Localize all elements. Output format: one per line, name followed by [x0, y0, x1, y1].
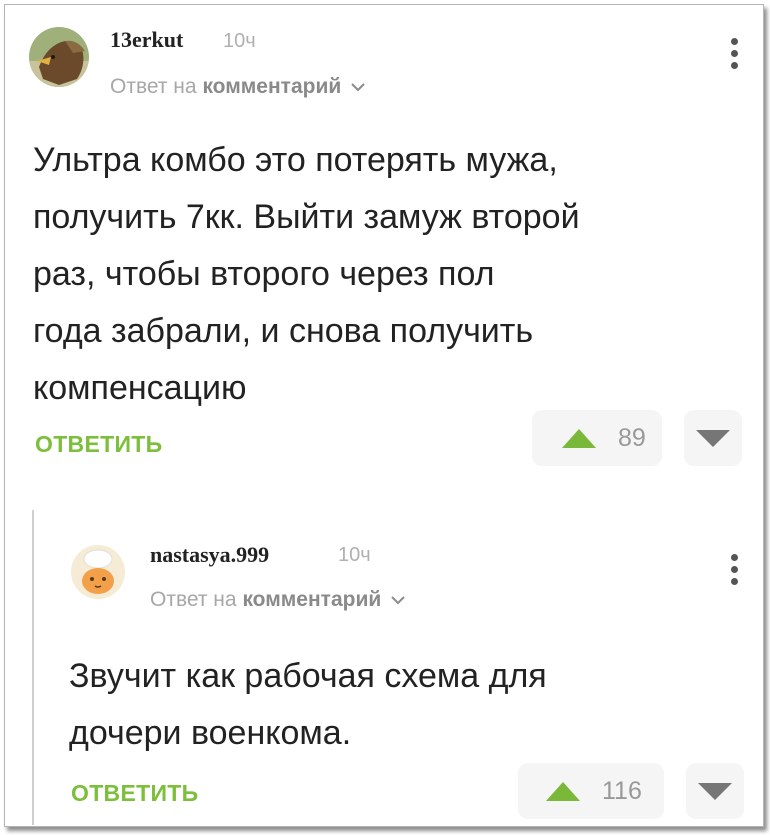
- chevron-down-icon: [391, 596, 405, 605]
- username[interactable]: 13erkut: [110, 27, 183, 53]
- upvote-button[interactable]: 116: [518, 763, 664, 819]
- chevron-down-icon: [351, 83, 365, 92]
- username[interactable]: nastasya.999: [150, 542, 269, 568]
- comment-text-line: Ультра комбо это потерять мужа,: [33, 141, 558, 179]
- timestamp: 10ч: [338, 544, 371, 566]
- reply-to-comment[interactable]: Ответ на комментарий: [110, 75, 365, 99]
- comment-text-line: Звучит как рабочая схема для: [69, 657, 547, 695]
- vertical-dots-icon: [730, 554, 738, 561]
- reply-prefix: Ответ на: [150, 588, 237, 611]
- comment-text-line: раз, чтобы второго через пол: [33, 255, 495, 293]
- comment-text-line: компенсацию: [33, 369, 247, 407]
- comment-text-line: дочери военкома.: [69, 714, 352, 752]
- triangle-up-icon: [546, 781, 580, 801]
- upvote-button[interactable]: 89: [532, 410, 662, 466]
- thread-indent-line: [32, 510, 34, 825]
- reply-button[interactable]: ОТВЕТИТЬ: [35, 431, 162, 458]
- triangle-up-icon: [562, 428, 596, 448]
- comment-body: Звучит как рабочая схема для дочери воен…: [69, 648, 749, 762]
- reply-button[interactable]: ОТВЕТИТЬ: [71, 780, 198, 807]
- vote-count: 116: [602, 776, 642, 805]
- comment-text-line: получить 7кк. Выйти замуж второй: [33, 198, 580, 236]
- comment-menu-button[interactable]: [728, 554, 740, 594]
- comment-menu-button[interactable]: [728, 38, 740, 78]
- chef-cat-avatar-icon: [71, 545, 125, 599]
- downvote-button[interactable]: [684, 410, 742, 466]
- comments-panel: 13erkut 10ч Ответ на комментарий Ультра …: [4, 4, 764, 827]
- vote-count: 89: [618, 423, 646, 452]
- triangle-down-icon: [696, 429, 730, 447]
- reply-prefix: Ответ на: [110, 75, 197, 98]
- eagle-avatar-icon: [29, 27, 89, 87]
- timestamp: 10ч: [223, 30, 256, 52]
- comment-body: Ультра комбо это потерять мужа, получить…: [33, 132, 743, 417]
- reply-target: комментарий: [242, 588, 382, 611]
- triangle-down-icon: [698, 782, 732, 800]
- avatar[interactable]: [71, 545, 125, 599]
- comment-text-line: года забрали, и снова получить: [33, 312, 534, 350]
- avatar[interactable]: [29, 27, 89, 87]
- reply-target: комментарий: [202, 75, 342, 98]
- vertical-dots-icon: [730, 38, 738, 45]
- reply-to-comment[interactable]: Ответ на комментарий: [150, 588, 405, 612]
- downvote-button[interactable]: [686, 763, 744, 819]
